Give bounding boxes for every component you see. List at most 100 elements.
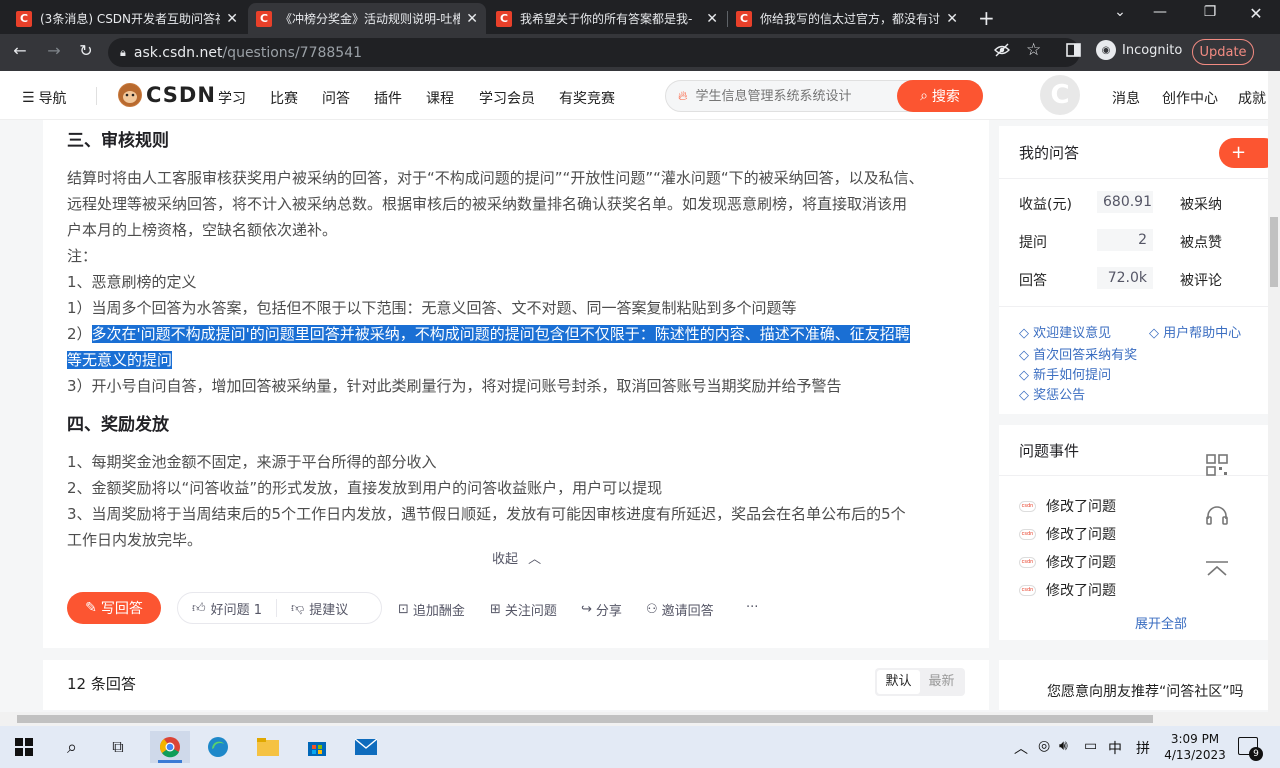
incognito-indicator[interactable]: ◉ Incognito bbox=[1096, 40, 1182, 60]
reward-item: 1、每期奖金池金额不固定，来源于平台所得的部分收入 bbox=[67, 453, 437, 471]
display-icon[interactable]: ▭ bbox=[1084, 738, 1097, 754]
link-first-answer-reward[interactable]: ◇ 首次回答采纳有奖 bbox=[1019, 344, 1137, 363]
new-tab-button[interactable]: + bbox=[978, 6, 995, 30]
follow-question-button[interactable]: ⊞ 关注问题 bbox=[490, 600, 557, 619]
question-content-card: 三、审核规则 结算时将由人工客服审核获奖用户被采纳的回答，对于“不构成问题的提问… bbox=[43, 120, 989, 648]
nav-creator-center[interactable]: 创作中心 bbox=[1162, 88, 1218, 108]
link-reward-notice[interactable]: ◇ 奖惩公告 bbox=[1019, 384, 1085, 403]
file-explorer-icon[interactable] bbox=[248, 731, 288, 763]
scroll-thumb[interactable] bbox=[1270, 217, 1278, 287]
keyboard-layout-icon[interactable]: 拼 bbox=[1136, 738, 1150, 758]
horizontal-scrollbar[interactable] bbox=[0, 712, 1280, 726]
search-box: 🔥︎ ⌕ 搜索 bbox=[665, 80, 983, 112]
chrome-app-icon[interactable] bbox=[150, 731, 190, 763]
nav-qa[interactable]: 问答 bbox=[322, 88, 350, 108]
tab-title: 你给我写的信太过官方，都没有讨 bbox=[760, 12, 941, 26]
csdn-badge-icon: csdn bbox=[1019, 584, 1036, 596]
avatar[interactable]: C bbox=[1040, 75, 1080, 115]
add-bounty-button[interactable]: ⊡ 追加酬金 bbox=[398, 600, 465, 619]
definition-title: 1、恶意刷榜的定义 bbox=[67, 273, 197, 291]
search-input[interactable] bbox=[695, 88, 896, 104]
windows-start-icon[interactable] bbox=[4, 731, 44, 763]
back-arrow-icon[interactable]: ← bbox=[8, 41, 32, 60]
search-button[interactable]: ⌕ 搜索 bbox=[897, 80, 983, 112]
url-host: ask.csdn.net bbox=[133, 44, 223, 61]
event-item: csdn 修改了问题 bbox=[1019, 496, 1116, 516]
nav-competition[interactable]: 比赛 bbox=[270, 88, 298, 108]
good-question-button[interactable]: 👍︎ 好问题 1 bbox=[178, 599, 276, 618]
reload-icon[interactable]: ↻ bbox=[74, 41, 98, 60]
write-answer-button[interactable]: ✎ 写回答 bbox=[67, 592, 161, 624]
edge-app-icon[interactable] bbox=[198, 731, 238, 763]
scroll-thumb[interactable] bbox=[17, 715, 1153, 723]
link-how-to-ask[interactable]: ◇ 新手如何提问 bbox=[1019, 364, 1111, 383]
forward-arrow-icon[interactable]: → bbox=[42, 41, 66, 60]
link-help-center[interactable]: ◇ 用户帮助中心 bbox=[1149, 322, 1241, 341]
volume-icon[interactable]: 🔊︎ bbox=[1059, 738, 1068, 754]
chevron-down-icon[interactable]: ⌄ bbox=[1100, 4, 1140, 20]
eye-off-icon[interactable] bbox=[994, 43, 1010, 61]
update-button[interactable]: Update bbox=[1192, 39, 1254, 65]
minimize-icon[interactable]: — bbox=[1140, 4, 1180, 20]
headset-support-icon[interactable] bbox=[1198, 497, 1236, 535]
nav-courses[interactable]: 课程 bbox=[426, 88, 454, 108]
csdn-logo[interactable]: CSDN bbox=[118, 83, 216, 107]
chevron-up-icon: ︿ bbox=[528, 552, 542, 567]
tab-title: 《冲榜分奖金》活动规则说明-吐槽 bbox=[280, 12, 461, 26]
collapse-button[interactable]: 收起 ︿ bbox=[492, 548, 541, 567]
nav-plugins[interactable]: 插件 bbox=[374, 88, 402, 108]
link-feedback[interactable]: ◇ 欢迎建议意见 bbox=[1019, 322, 1111, 341]
nav-menu-button[interactable]: ☰ 导航 bbox=[22, 88, 67, 108]
mail-app-icon[interactable] bbox=[346, 731, 386, 763]
nav-achievements[interactable]: 成就 bbox=[1238, 88, 1268, 108]
tab-answer[interactable]: C 我希望关于你的所有答案都是我- ✕ bbox=[488, 3, 726, 34]
task-view-icon[interactable]: ⧉ bbox=[98, 731, 138, 763]
clock[interactable]: 3:09 PM 4/13/2023 bbox=[1164, 731, 1226, 763]
back-to-top-icon[interactable] bbox=[1198, 550, 1236, 588]
expand-all-link[interactable]: 展开全部 bbox=[1135, 613, 1187, 632]
suggest-button[interactable]: 👎︎ 提建议 bbox=[277, 599, 362, 618]
tab-csdn-qa[interactable]: C (3条消息) CSDN开发者互助问答社 ✕ bbox=[8, 3, 246, 34]
share-button[interactable]: ↪ 分享 bbox=[581, 600, 622, 619]
search-icon[interactable]: ⌕ bbox=[52, 731, 92, 763]
url-path: /questions/7788541 bbox=[222, 44, 363, 61]
network-icon[interactable]: ◎ bbox=[1038, 738, 1050, 754]
stat-value-answers: 72.0k bbox=[1097, 267, 1153, 289]
nav-membership[interactable]: 学习会员 bbox=[479, 88, 535, 108]
answer-count: 12 条回答 bbox=[67, 675, 136, 693]
restore-icon[interactable]: ❐ bbox=[1190, 4, 1230, 20]
qr-code-icon[interactable] bbox=[1198, 446, 1236, 484]
ime-indicator[interactable]: 中 bbox=[1108, 738, 1122, 758]
address-bar[interactable]: 🔒︎ ask.csdn.net/questions/7788541 bbox=[108, 38, 1080, 67]
sort-latest-button[interactable]: 最新 bbox=[920, 670, 963, 694]
collapse-label: 收起 bbox=[492, 552, 519, 567]
thumbs-down-icon: 👎︎ bbox=[291, 600, 305, 616]
close-icon[interactable]: ✕ bbox=[466, 11, 478, 27]
close-icon[interactable]: ✕ bbox=[946, 11, 958, 27]
search-button-label: 搜索 bbox=[931, 89, 960, 105]
good-question-label: 好问题 1 bbox=[210, 602, 262, 618]
close-icon[interactable]: ✕ bbox=[706, 11, 718, 27]
more-options-button[interactable]: ··· bbox=[746, 600, 758, 615]
link-label: 用户帮助中心 bbox=[1163, 326, 1242, 341]
user-icon: ⚇ bbox=[646, 602, 658, 617]
nav-prize-contest[interactable]: 有奖竞赛 bbox=[559, 88, 615, 108]
star-bookmark-icon[interactable]: ☆ bbox=[1026, 40, 1041, 60]
stat-label-liked: 被点赞 bbox=[1180, 235, 1222, 251]
invite-answer-button[interactable]: ⚇ 邀请回答 bbox=[646, 600, 714, 619]
thumbs-up-icon: 👍︎ bbox=[192, 600, 206, 616]
close-window-icon[interactable]: ✕ bbox=[1236, 4, 1276, 23]
browser-tab-strip: C (3条消息) CSDN开发者互助问答社 ✕ C 《冲榜分奖金》活动规则说明-… bbox=[0, 0, 1280, 34]
tab-letter[interactable]: C 你给我写的信太过官方，都没有讨 ✕ bbox=[728, 3, 966, 34]
sort-default-button[interactable]: 默认 bbox=[877, 670, 920, 694]
vertical-scrollbar[interactable] bbox=[1268, 71, 1280, 712]
store-app-icon[interactable] bbox=[297, 731, 337, 763]
close-icon[interactable]: ✕ bbox=[226, 11, 238, 27]
nav-messages[interactable]: 消息 bbox=[1112, 88, 1140, 108]
rule-item-prefix: 2） bbox=[67, 325, 92, 343]
chevron-up-icon[interactable]: ︿ bbox=[1014, 738, 1028, 758]
sidebar-panel-icon[interactable] bbox=[1066, 43, 1081, 61]
nav-study[interactable]: 学习 bbox=[218, 88, 246, 108]
tab-rules[interactable]: C 《冲榜分奖金》活动规则说明-吐槽 ✕ bbox=[248, 3, 486, 34]
nav-menu-label: 导航 bbox=[38, 91, 67, 107]
